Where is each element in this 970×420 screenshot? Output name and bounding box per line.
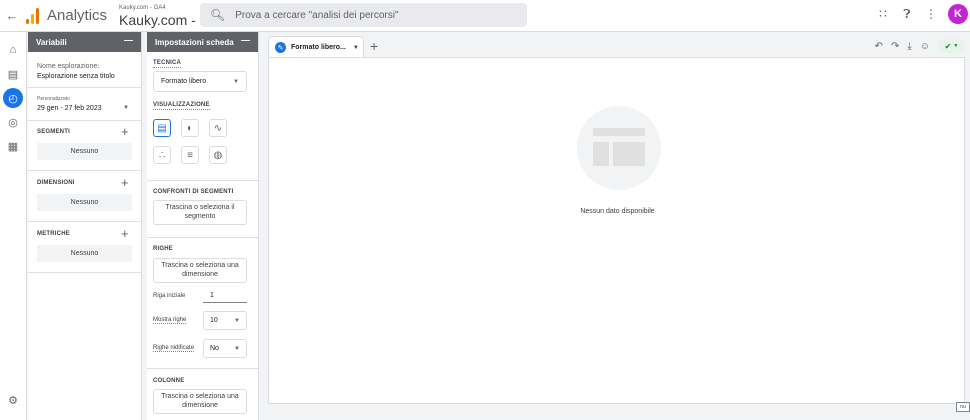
nested-rows-value: No bbox=[210, 345, 219, 352]
exploration-name-label: Nome esplorazione: bbox=[37, 63, 100, 70]
start-row-label: Riga iniziale bbox=[153, 293, 186, 299]
undo-icon[interactable]: ↶ bbox=[875, 41, 883, 52]
search-icon: 🔍︎ bbox=[210, 8, 226, 22]
share-user-icon[interactable]: ☺ bbox=[920, 41, 930, 52]
donut-viz-icon[interactable]: ◐ bbox=[181, 119, 199, 137]
show-rows-select[interactable]: 10 ▼ bbox=[203, 311, 247, 330]
variables-header: Variabili — bbox=[28, 32, 141, 52]
date-dropdown-icon[interactable]: ▼ bbox=[123, 105, 129, 111]
exploration-canvas: Nessun dato disponibile bbox=[268, 57, 965, 404]
main-area: ✎ Formato libero... ▼ + ↶ ↷ ⤓ ☺ ✔ ▼ Nessu… bbox=[264, 32, 970, 420]
search-input[interactable] bbox=[235, 9, 516, 21]
nested-rows-label: Righe nidificate bbox=[153, 345, 195, 352]
download-icon[interactable]: ⤓ bbox=[907, 41, 911, 52]
corner-tag: nu bbox=[956, 402, 970, 412]
redo-icon[interactable]: ↷ bbox=[891, 41, 899, 52]
technique-select[interactable]: Formato libero ▼ bbox=[153, 71, 247, 92]
show-rows-value: 10 bbox=[210, 317, 218, 324]
analytics-logo-icon[interactable] bbox=[26, 7, 39, 24]
dimensions-title: DIMENSIONI bbox=[37, 180, 75, 186]
chevron-down-icon: ▼ bbox=[233, 78, 239, 85]
app-title: Analytics bbox=[47, 7, 108, 24]
date-preset-label: Personalizzato bbox=[37, 96, 70, 102]
status-check-icon[interactable]: ✔ ▼ bbox=[938, 39, 965, 53]
bar-viz-icon[interactable]: ≡ bbox=[181, 146, 199, 164]
date-range-selector[interactable]: 29 gen - 27 feb 2023 bbox=[37, 105, 102, 112]
home-icon[interactable]: ⌂ bbox=[3, 40, 23, 60]
exploration-name-value[interactable]: Esplorazione senza titolo bbox=[37, 73, 115, 80]
tab-settings-title: Impostazioni scheda bbox=[155, 37, 234, 47]
table-viz-icon[interactable]: ▤ bbox=[153, 119, 171, 137]
configure-icon[interactable]: ▦ bbox=[3, 136, 23, 156]
minimize-variables-icon[interactable]: — bbox=[124, 35, 133, 45]
settings-gear-icon[interactable]: ⚙ bbox=[3, 390, 23, 410]
metrics-empty: Nessuno bbox=[37, 245, 132, 262]
search-bar[interactable]: 🔍︎ bbox=[200, 3, 527, 27]
add-metric-icon[interactable]: + bbox=[121, 227, 129, 240]
technique-value: Formato libero bbox=[161, 78, 207, 85]
variables-title: Variabili bbox=[36, 37, 67, 47]
show-rows-label: Mostra righe bbox=[153, 317, 187, 324]
metrics-title: METRICHE bbox=[37, 231, 70, 237]
tab-settings-header: Impostazioni scheda — bbox=[147, 32, 258, 52]
start-row-input[interactable]: 1 bbox=[210, 292, 214, 299]
top-bar: ← Analytics Kauky.com - GA4 Kauky.com - … bbox=[0, 0, 970, 32]
chevron-down-icon: ▼ bbox=[234, 317, 240, 324]
segments-empty: Nessuno bbox=[37, 143, 132, 160]
geo-viz-icon[interactable]: ◍ bbox=[209, 146, 227, 164]
chevron-down-icon: ▼ bbox=[234, 345, 240, 352]
no-data-message: Nessun dato disponibile bbox=[580, 208, 655, 215]
minimize-tab-settings-icon[interactable]: — bbox=[241, 35, 250, 45]
canvas-toolbar: ↶ ↷ ⤓ ☺ ✔ ▼ bbox=[875, 39, 965, 53]
variables-panel: Variabili — Nome esplorazione: Esplorazi… bbox=[28, 32, 142, 420]
add-tab-icon[interactable]: + bbox=[370, 38, 378, 54]
line-viz-icon[interactable]: ∿ bbox=[209, 119, 227, 137]
technique-title: TECNICA bbox=[153, 60, 182, 68]
rows-title: RIGHE bbox=[153, 246, 174, 252]
empty-table-illustration bbox=[577, 106, 661, 190]
explore-icon[interactable]: ◴ bbox=[3, 88, 23, 108]
tab-settings-panel: Impostazioni scheda — TECNICA Formato li… bbox=[147, 32, 259, 420]
nested-rows-select[interactable]: No ▼ bbox=[203, 339, 247, 358]
reports-icon[interactable]: ▤ bbox=[3, 64, 23, 84]
advertising-icon[interactable]: ◎ bbox=[3, 112, 23, 132]
tab-freeform[interactable]: ✎ Formato libero... ▼ bbox=[268, 36, 364, 58]
edit-pencil-icon: ✎ bbox=[275, 42, 286, 53]
visualization-title: VISUALIZZAZIONE bbox=[153, 102, 210, 110]
help-icon[interactable]: ❓︎ bbox=[900, 7, 914, 22]
back-arrow-icon[interactable]: ← bbox=[4, 8, 20, 23]
rows-drop-zone[interactable]: Trascina o seleziona una dimensione bbox=[153, 258, 247, 283]
left-nav: ⌂ ▤ ◴ ◎ ▦ ⚙ bbox=[0, 32, 27, 420]
columns-title: COLONNE bbox=[153, 378, 185, 384]
segments-title: SEGMENTI bbox=[37, 129, 70, 135]
scatter-viz-icon[interactable]: ∴ bbox=[153, 146, 171, 164]
more-vert-icon[interactable]: ⋮ bbox=[924, 7, 938, 21]
chevron-down-icon[interactable]: ▼ bbox=[353, 45, 359, 51]
avatar[interactable]: K bbox=[948, 4, 968, 24]
tab-label: Formato libero... bbox=[291, 44, 346, 51]
add-segment-icon[interactable]: + bbox=[121, 125, 129, 138]
add-dimension-icon[interactable]: + bbox=[121, 176, 129, 189]
dimensions-empty: Nessuno bbox=[37, 194, 132, 211]
apps-grid-icon[interactable]: ∷ bbox=[876, 7, 890, 21]
segment-drop-zone[interactable]: Trascina o seleziona il segmento bbox=[153, 200, 247, 225]
columns-drop-zone[interactable]: Trascina o seleziona una dimensione bbox=[153, 389, 247, 414]
segment-comparisons-title: CONFRONTI DI SEGMENTI bbox=[153, 189, 234, 195]
